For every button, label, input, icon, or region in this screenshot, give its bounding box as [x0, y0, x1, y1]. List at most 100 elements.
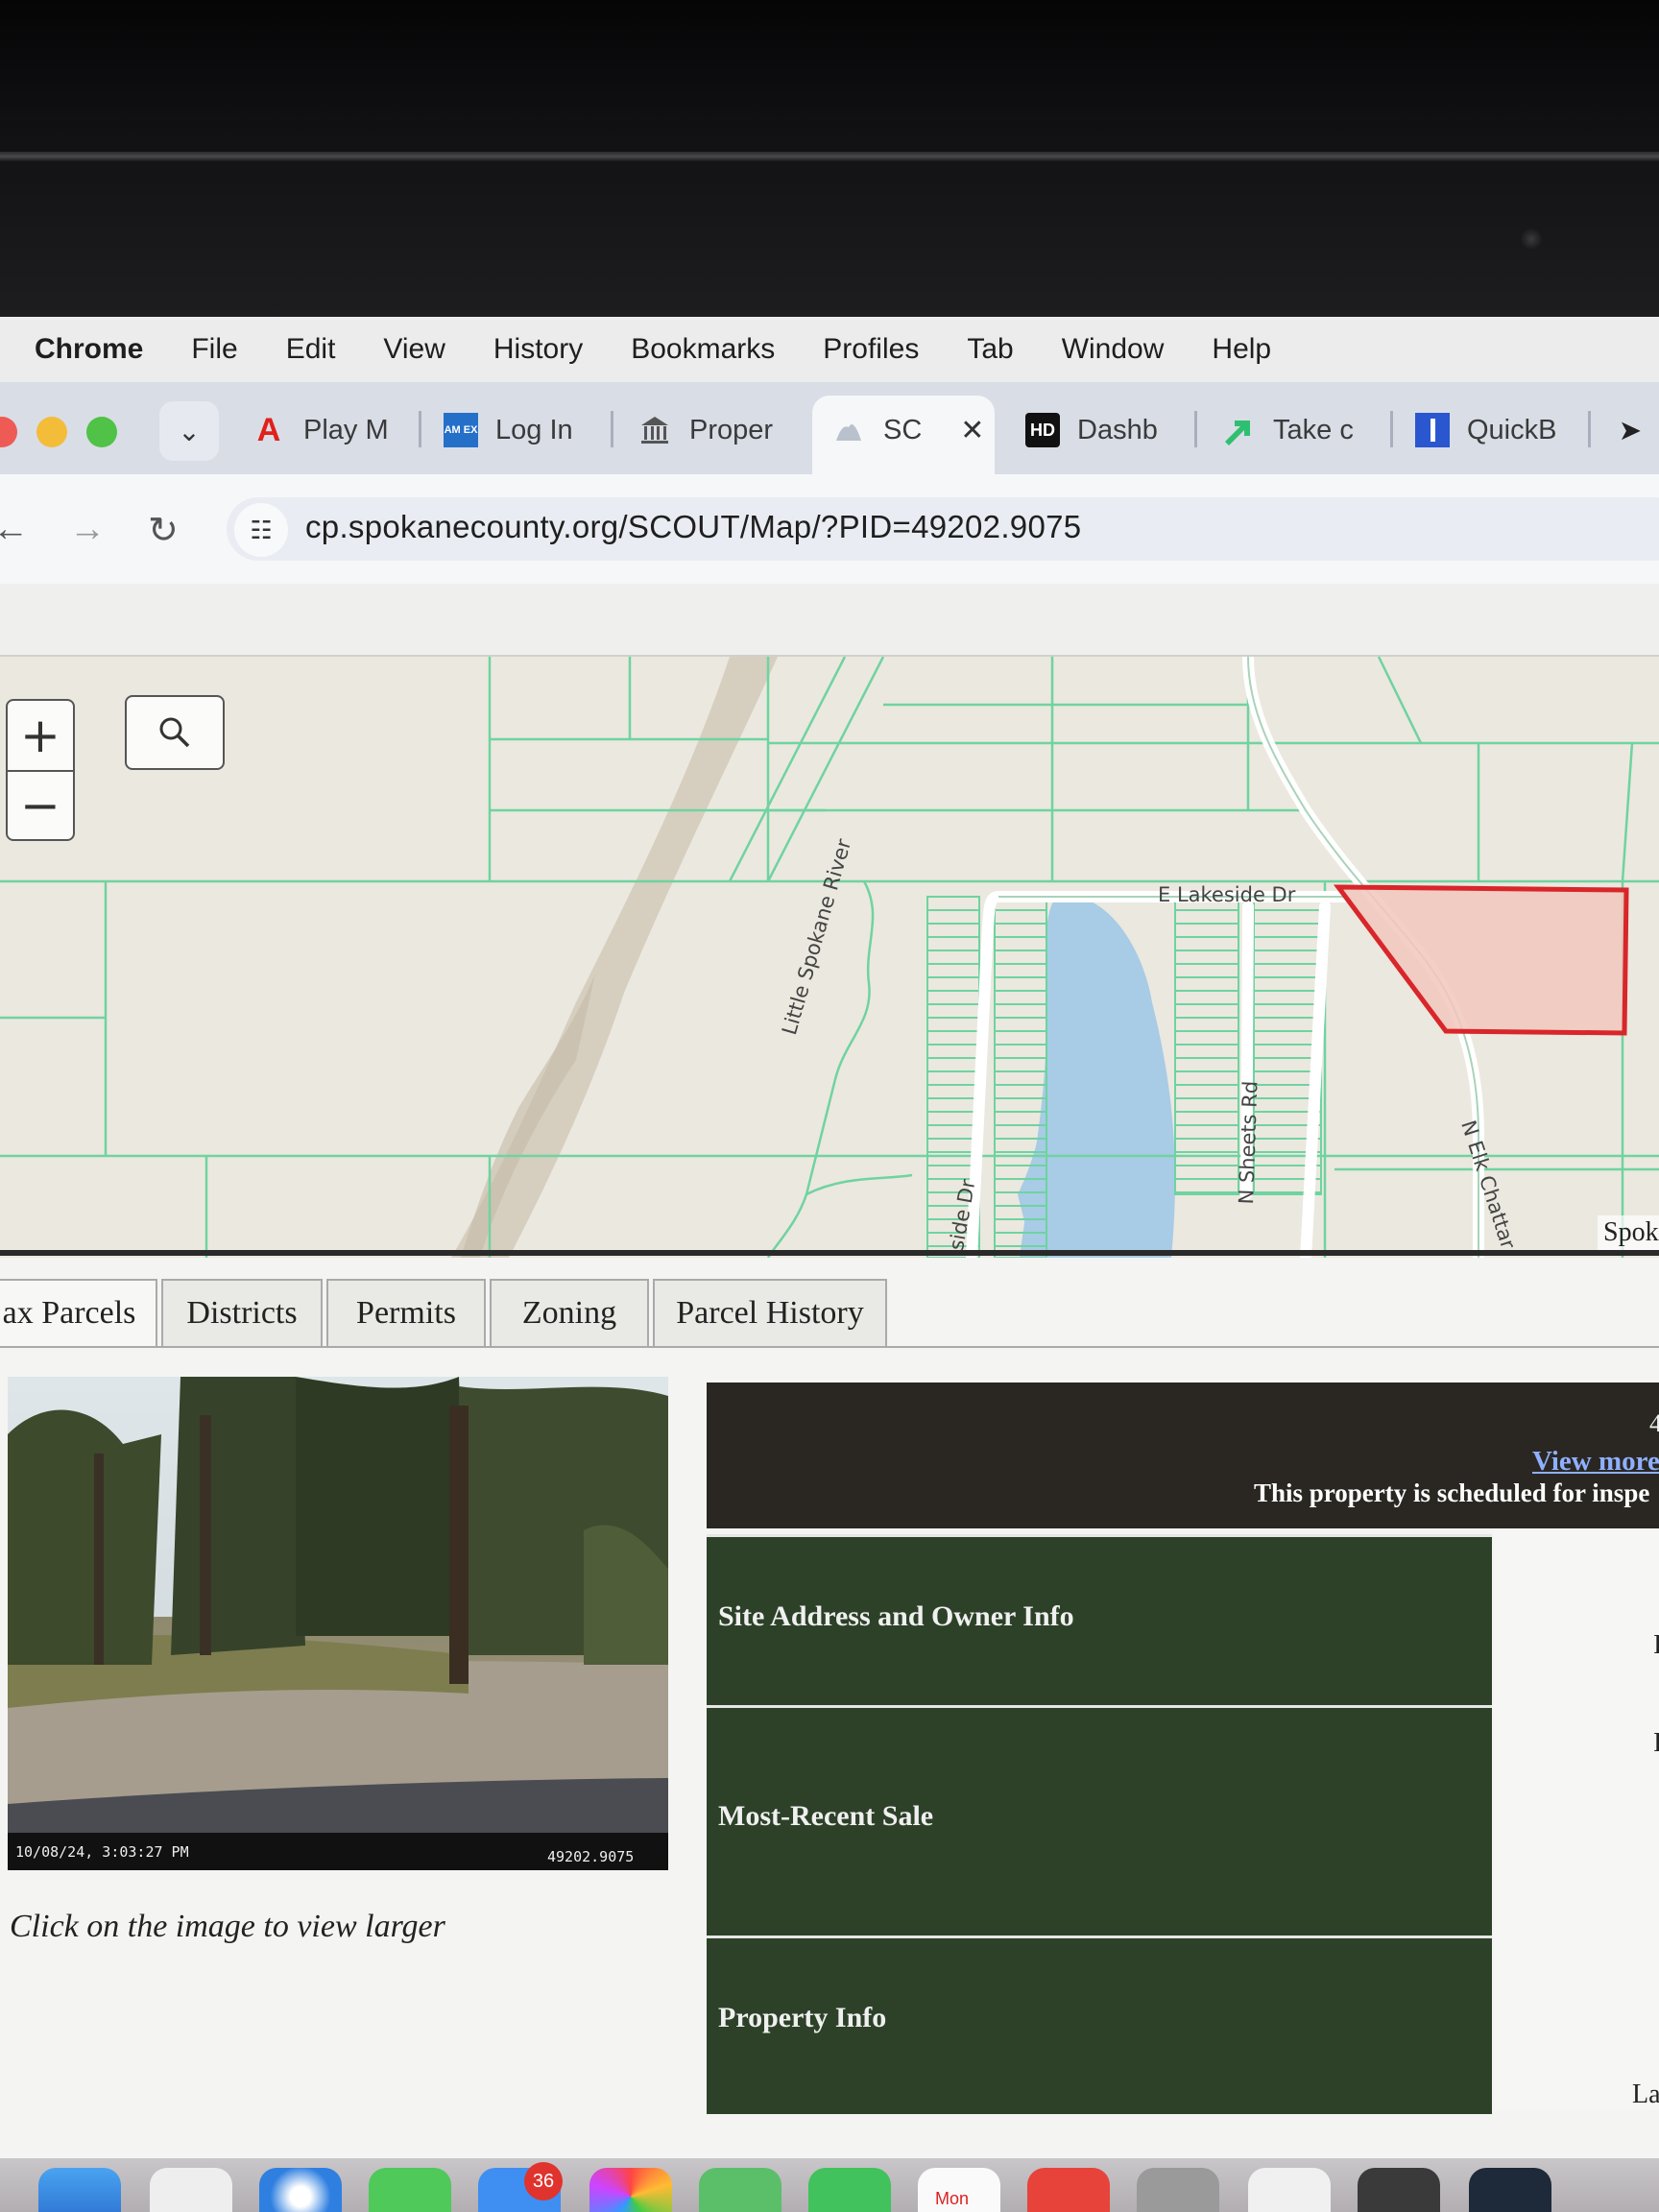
calendar-day: Mon: [935, 2189, 970, 2208]
bezel-edge: [0, 152, 1659, 161]
parcel-photo[interactable]: [8, 1377, 668, 1870]
app-icon[interactable]: [1137, 2168, 1219, 2212]
tab-tax-parcels[interactable]: ax Parcels: [0, 1279, 157, 1346]
section-recent-sale[interactable]: Most-Recent Sale: [707, 1705, 1492, 1943]
section-title: Property Info: [718, 2002, 887, 2033]
tab-permits[interactable]: Permits: [326, 1279, 486, 1346]
forward-arrow-icon[interactable]: →: [69, 509, 106, 550]
tab-overflow[interactable]: ➤: [1613, 401, 1659, 459]
tab-dashboard[interactable]: HD Dashb: [1025, 401, 1158, 459]
close-tab-icon[interactable]: ✕: [960, 414, 984, 447]
map-label-lakeside: E Lakeside Dr: [1158, 883, 1296, 906]
finder-icon[interactable]: [38, 2168, 121, 2212]
menu-history[interactable]: History: [493, 333, 583, 366]
tab-label: Log In: [495, 414, 573, 445]
amex-icon: AM EX: [444, 413, 478, 447]
selected-parcel: [1333, 884, 1629, 1036]
tab-label: Take c: [1273, 414, 1354, 445]
back-arrow-icon[interactable]: ←: [0, 509, 29, 550]
section-property-info[interactable]: Property Info: [707, 1936, 1492, 2114]
reload-icon[interactable]: ↻: [148, 509, 179, 552]
search-icon: [159, 717, 190, 748]
map-search-button[interactable]: [125, 695, 225, 770]
menu-file[interactable]: File: [191, 333, 237, 366]
hd-icon: HD: [1025, 413, 1060, 447]
map-attribution: Spok: [1598, 1215, 1659, 1250]
maps-icon[interactable]: [699, 2168, 781, 2212]
tab-favicon-icon: ➤: [1620, 415, 1641, 445]
right-column-text: I: [1653, 1728, 1659, 1758]
zoom-in-button[interactable]: +: [6, 701, 75, 770]
zoom-out-button[interactable]: −: [6, 770, 75, 839]
tab-play[interactable]: A Play M: [252, 401, 389, 459]
arrow-logo-icon: [1221, 413, 1256, 447]
parcel-map[interactable]: E Lakeside Dr Little Spokane River N She…: [0, 657, 1659, 1258]
tabs-underline: [0, 1346, 1659, 1348]
view-more-link[interactable]: View more: [1532, 1446, 1659, 1478]
maximize-window-icon[interactable]: [86, 417, 117, 447]
facetime-icon[interactable]: [808, 2168, 891, 2212]
app-icon[interactable]: [1358, 2168, 1440, 2212]
mail-badge: 36: [524, 2162, 563, 2200]
tab-parcel-history[interactable]: Parcel History: [653, 1279, 887, 1346]
page-header-strip: [0, 584, 1659, 657]
tab-separator: [419, 411, 421, 447]
tab-separator: [611, 411, 613, 447]
tab-search-button[interactable]: ⌄: [159, 401, 219, 461]
site-settings-icon[interactable]: ☷: [234, 503, 288, 557]
tab-label: SC: [883, 414, 923, 445]
quickbooks-icon: [1415, 413, 1450, 447]
messages-icon[interactable]: [369, 2168, 451, 2212]
section-title: Most-Recent Sale: [718, 1800, 934, 1832]
menu-app-name[interactable]: Chrome: [35, 333, 143, 366]
inspection-notice: This property is scheduled for inspe: [1254, 1479, 1650, 1507]
url-text[interactable]: cp.spokanecounty.org/SCOUT/Map/?PID=4920…: [305, 509, 1081, 545]
launchpad-icon[interactable]: [150, 2168, 232, 2212]
info-right-column: [1494, 1530, 1659, 2110]
tab-property[interactable]: Proper: [637, 401, 773, 459]
chevron-down-icon: ⌄: [178, 416, 201, 446]
map-label-sheets: N Sheets Rd: [1235, 1080, 1262, 1205]
courthouse-icon: [637, 413, 672, 447]
tab-label: QuickB: [1467, 414, 1557, 445]
tab-districts[interactable]: Districts: [161, 1279, 323, 1346]
photos-icon[interactable]: [589, 2168, 672, 2212]
section-site-address[interactable]: Site Address and Owner Info: [707, 1534, 1492, 1713]
tab-separator: [1390, 411, 1393, 447]
scout-icon: [831, 413, 866, 447]
photo-parcel-id: 49202.9075: [547, 1848, 635, 1865]
tab-label: Dashb: [1077, 414, 1158, 445]
header-number: 4: [1649, 1409, 1659, 1437]
tab-quickbooks[interactable]: QuickB: [1415, 401, 1556, 459]
tab-separator: [1588, 411, 1591, 447]
tab-label: Play M: [303, 414, 389, 445]
tab-scout[interactable]: SC ✕: [831, 401, 984, 459]
tab-zoning[interactable]: Zoning: [490, 1279, 649, 1346]
tab-take[interactable]: Take c: [1221, 401, 1354, 459]
app-icon[interactable]: [1469, 2168, 1551, 2212]
tab-log-in[interactable]: AM EX Log In: [444, 401, 573, 459]
menu-tab[interactable]: Tab: [967, 333, 1013, 366]
section-title: Site Address and Owner Info: [718, 1600, 1074, 1632]
camera-dot: [1521, 228, 1542, 250]
minimize-window-icon[interactable]: [36, 417, 67, 447]
right-column-text: La: [1632, 2080, 1659, 2109]
menu-profiles[interactable]: Profiles: [823, 333, 919, 366]
menu-edit[interactable]: Edit: [286, 333, 336, 366]
photo-timestamp: 10/08/24, 3:03:27 PM: [15, 1843, 189, 1861]
tab-separator: [1194, 411, 1197, 447]
tab-label: Proper: [689, 414, 774, 445]
menu-view[interactable]: View: [383, 333, 445, 366]
menu-bookmarks[interactable]: Bookmarks: [631, 333, 775, 366]
menu-help[interactable]: Help: [1212, 333, 1271, 366]
safari-icon[interactable]: [259, 2168, 342, 2212]
menu-window[interactable]: Window: [1062, 333, 1165, 366]
app-icon[interactable]: [1027, 2168, 1110, 2212]
map-bottom-border: [0, 1250, 1659, 1256]
map-canvas: [0, 657, 1659, 1258]
photo-caption: Click on the image to view larger: [10, 1909, 445, 1944]
macos-menubar: Chrome File Edit View History Bookmarks …: [0, 317, 1659, 382]
right-column-text: I: [1653, 1630, 1659, 1660]
app-icon[interactable]: [1248, 2168, 1331, 2212]
acrobat-icon: A: [256, 411, 281, 448]
